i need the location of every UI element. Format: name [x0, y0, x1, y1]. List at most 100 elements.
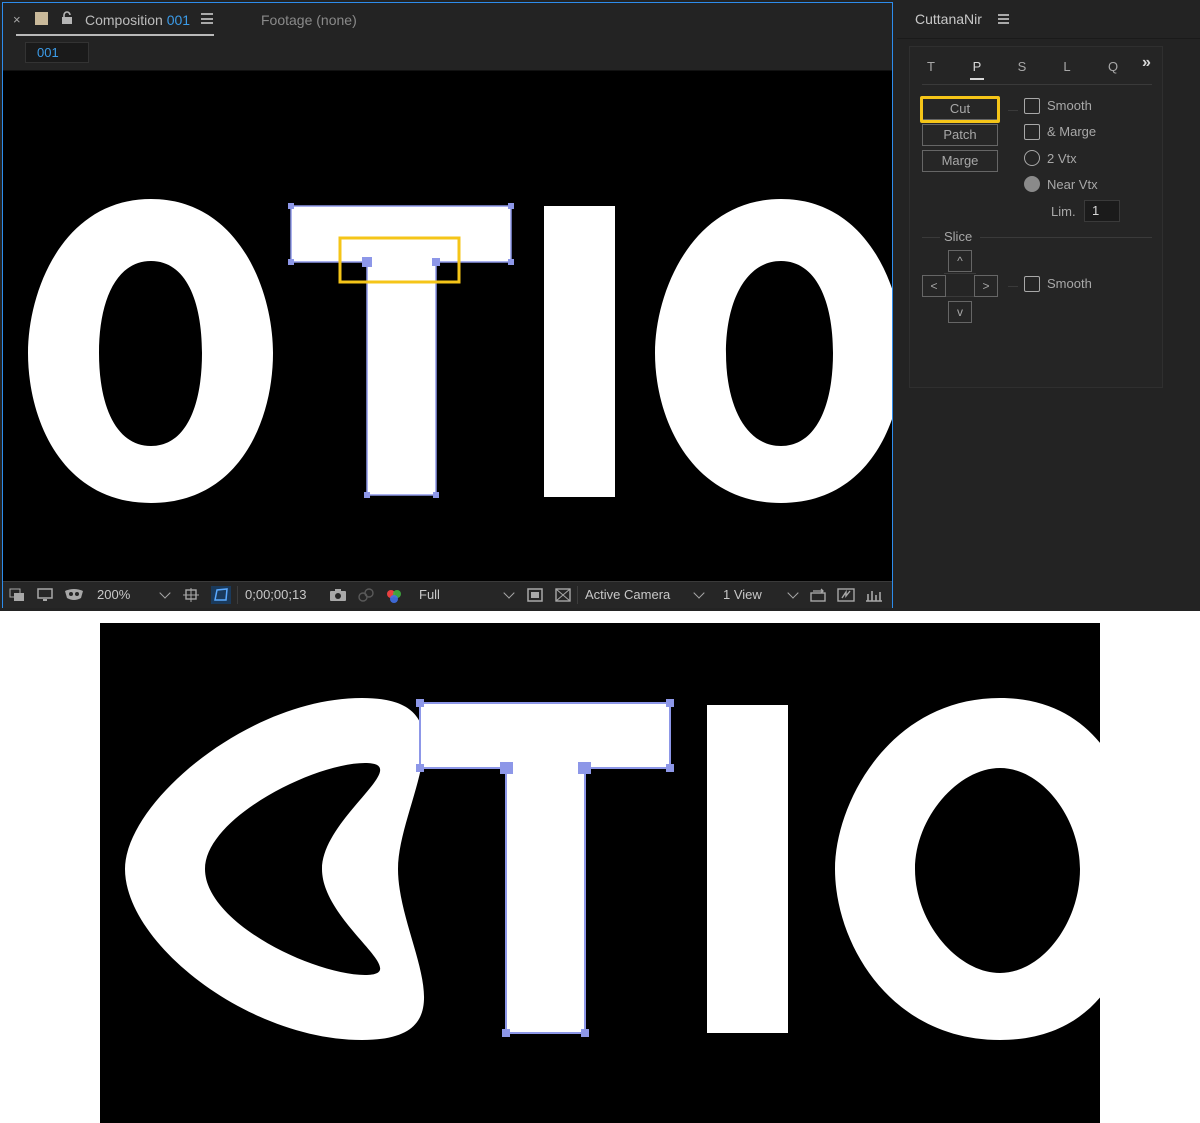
label-color-swatch[interactable] [35, 12, 48, 25]
composition-tab-number: 001 [166, 12, 191, 28]
timeline-icon[interactable] [865, 588, 883, 602]
view-layout-value: 1 View [723, 587, 762, 602]
tab-q[interactable]: Q [1106, 59, 1120, 74]
panel-menu-icon[interactable] [998, 14, 1009, 24]
fast-previews-icon[interactable] [527, 588, 543, 602]
composition-subtab[interactable]: 001 [25, 42, 89, 63]
camera-dropdown[interactable]: Active Camera [581, 584, 711, 606]
footage-tab-value: (none) [316, 12, 357, 28]
vertex-handle[interactable] [508, 203, 514, 209]
toolbar-separator [577, 586, 578, 604]
lim-label: Lim. [1051, 204, 1076, 219]
zoom-letter-o-right [835, 698, 1100, 1040]
vertex-handle[interactable] [288, 203, 294, 209]
footage-tab[interactable]: Footage (none) [261, 12, 357, 28]
camera-value: Active Camera [585, 587, 671, 602]
active-tab-underline [16, 34, 214, 36]
and-marge-checkbox[interactable] [1024, 124, 1040, 140]
vertex-handle-selected[interactable] [362, 257, 372, 267]
two-vtx-label: 2 Vtx [1047, 151, 1077, 166]
zoom-letter-t [420, 703, 670, 1033]
close-icon[interactable]: × [13, 12, 21, 27]
composition-panel: × Composition 001 Footage (none) 001 200… [2, 2, 893, 608]
slice-left-button[interactable]: < [922, 275, 946, 297]
view-layout-dropdown[interactable]: 1 View [719, 584, 811, 606]
viewer-toolbar: 200% 0;00;00;13 Full Active Camera 1 Vie… [3, 581, 892, 608]
toggle-pixel-aspect-icon[interactable] [809, 588, 827, 602]
zoom-dropdown[interactable]: 200% [89, 584, 175, 606]
chevron-down-icon [503, 587, 515, 599]
chevron-down-icon [787, 587, 799, 599]
toolbar-separator [237, 586, 238, 604]
tab-s[interactable]: S [1015, 59, 1029, 74]
zoom-vertex-handle[interactable] [502, 1029, 510, 1037]
composition-viewer[interactable] [3, 71, 892, 581]
zoom-vertex-handle[interactable] [666, 764, 674, 772]
cut-button[interactable]: Cut [922, 98, 998, 120]
zoom-vertex-handle[interactable] [666, 699, 674, 707]
vertex-handle[interactable] [288, 259, 294, 265]
timecode[interactable]: 0;00;00;13 [245, 587, 306, 602]
more-tabs-icon[interactable]: » [1142, 54, 1151, 72]
show-snapshot-icon[interactable] [357, 588, 375, 602]
vertex-handle-selected[interactable] [432, 258, 440, 266]
two-vtx-radio[interactable] [1024, 150, 1040, 166]
tab-p[interactable]: P [970, 59, 984, 74]
always-preview-icon[interactable] [9, 588, 25, 602]
after-effects-window: × Composition 001 Footage (none) 001 200… [0, 0, 1200, 611]
zoom-value: 200% [97, 587, 131, 602]
camera-icon[interactable] [329, 588, 347, 602]
zoom-vertex-handle-selected[interactable] [500, 762, 513, 774]
mask-visibility-icon[interactable] [63, 588, 85, 602]
color-channels-icon[interactable] [385, 588, 403, 603]
smooth-label: Smooth [1047, 98, 1092, 113]
zoom-vertex-handle-selected[interactable] [578, 762, 591, 774]
slice-right-button[interactable]: > [974, 275, 998, 297]
grid-guides-icon[interactable] [555, 588, 571, 602]
panel-menu-icon[interactable] [201, 13, 213, 24]
slice-down-button[interactable]: v [948, 301, 972, 323]
marge-button[interactable]: Marge [922, 150, 998, 172]
resolution-value: Full [419, 587, 440, 602]
smooth-checkbox[interactable] [1024, 98, 1040, 114]
viewer-canvas [28, 199, 892, 503]
slice-up-button[interactable]: ^ [948, 250, 972, 272]
zoom-letter-o-left [125, 698, 425, 1040]
lock-icon[interactable] [60, 11, 74, 25]
composition-tab[interactable]: Composition 001 [85, 12, 190, 28]
chevron-down-icon [159, 587, 171, 599]
slice-label: Slice [944, 229, 973, 244]
connector-line [1008, 110, 1018, 111]
lim-input[interactable]: 1 [1084, 200, 1120, 222]
zoom-vertex-handle[interactable] [416, 699, 424, 707]
dpad-frame [944, 273, 976, 297]
patch-button[interactable]: Patch [922, 124, 998, 146]
and-marge-label: & Marge [1047, 124, 1097, 139]
slice-smooth-label: Smooth [1047, 276, 1092, 291]
resolution-dropdown[interactable]: Full [413, 584, 519, 606]
zoom-vertex-handle[interactable] [416, 764, 424, 772]
composition-tab-label: Composition [85, 12, 163, 28]
near-vtx-label: Near Vtx [1047, 177, 1098, 192]
tab-divider [922, 84, 1152, 85]
vertex-handle[interactable] [433, 492, 439, 498]
vertex-handle[interactable] [364, 492, 370, 498]
active-tab-underline [970, 78, 984, 80]
transparency-grid-icon[interactable] [211, 586, 231, 604]
near-vtx-radio[interactable] [1024, 176, 1040, 192]
zoom-vertex-handle[interactable] [581, 1029, 589, 1037]
zoomed-canvas [125, 698, 1100, 1040]
zoom-letter-i [707, 705, 788, 1033]
tab-t[interactable]: T [924, 59, 938, 74]
tab-l[interactable]: L [1060, 59, 1074, 74]
composition-subtab-bar: 001 [3, 39, 892, 71]
slice-smooth-checkbox[interactable] [1024, 276, 1040, 292]
connector-line [1008, 286, 1018, 287]
composition-tab-bar: × Composition 001 Footage (none) [3, 3, 892, 39]
fast-preview-flowchart-icon[interactable] [837, 588, 855, 602]
letter-t [291, 206, 511, 495]
footage-tab-label: Footage [261, 12, 313, 28]
monitor-icon[interactable] [37, 588, 53, 602]
vertex-handle[interactable] [508, 259, 514, 265]
region-of-interest-icon[interactable] [183, 588, 199, 602]
